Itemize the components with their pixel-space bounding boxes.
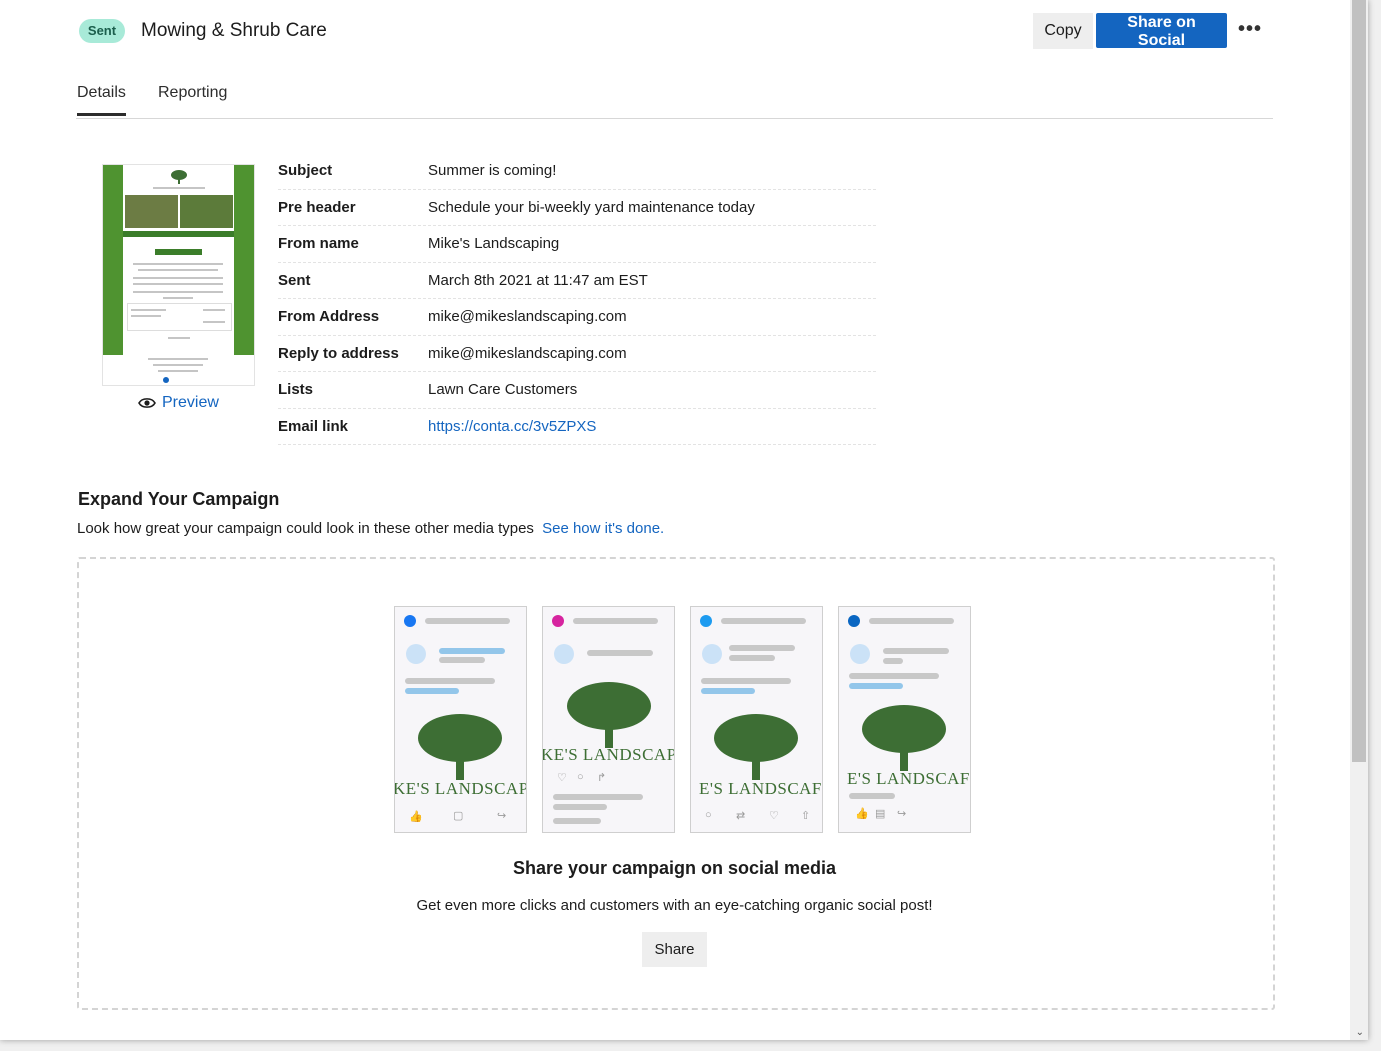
- brand-text: E'S LANDSCAF: [847, 769, 970, 788]
- detail-row-reply-to: Reply to address mike@mikeslandscaping.co…: [278, 336, 876, 372]
- email-link[interactable]: https://conta.cc/3v5ZPXS: [428, 418, 596, 435]
- share-on-social-button[interactable]: Share on Social: [1096, 13, 1227, 49]
- linkedin-icon: [848, 615, 860, 627]
- vertical-scrollbar[interactable]: ⌄: [1350, 0, 1368, 1040]
- tree-logo-icon: [862, 705, 946, 771]
- tree-logo-icon: [567, 682, 651, 748]
- avatar: [554, 644, 574, 664]
- expand-campaign-subtitle: Look how great your campaign could look …: [77, 520, 664, 537]
- linkedin-preview-card: E'S LANDSCAF 👍 ▤ ↪: [838, 606, 971, 833]
- tree-logo-icon: [714, 714, 798, 780]
- detail-value: Lawn Care Customers: [428, 381, 578, 398]
- avatar: [850, 644, 870, 664]
- expand-subtitle-text: Look how great your campaign could look …: [77, 520, 534, 537]
- email-thumbnail[interactable]: [102, 164, 255, 386]
- facebook-preview-card: KE'S LANDSCAPI 👍 ▢ ↪: [394, 606, 527, 833]
- heart-icon: ♡: [557, 772, 567, 784]
- detail-label: Sent: [278, 271, 311, 289]
- like-icon: 👍: [409, 811, 423, 823]
- detail-value: mike@mikeslandscaping.com: [428, 308, 627, 325]
- tree-logo-icon: [171, 170, 187, 184]
- detail-label: Reply to address: [278, 344, 399, 362]
- twitter-preview-card: E'S LANDSCAF ○ ⇄ ♡ ⇧: [690, 606, 823, 833]
- detail-label: From name: [278, 235, 359, 252]
- comment-icon: ▤: [875, 808, 886, 820]
- status-badge: Sent: [79, 19, 125, 43]
- detail-label: Pre header: [278, 198, 356, 216]
- heart-icon: ♡: [769, 810, 779, 822]
- avatar: [406, 644, 426, 664]
- share-button[interactable]: Share: [642, 932, 707, 967]
- tab-bar: Details Reporting: [76, 78, 1273, 119]
- avatar: [702, 644, 722, 664]
- constant-contact-logo: [163, 377, 169, 383]
- campaign-details: Subject Summer is coming! Pre header Sched…: [278, 153, 876, 445]
- retweet-icon: ⇄: [736, 810, 746, 822]
- tab-details[interactable]: Details: [77, 84, 126, 116]
- photo-right: [180, 195, 233, 228]
- email-banner: [123, 231, 234, 237]
- instagram-preview-card: KE'S LANDSCAPI ♡ ○ ↱: [542, 606, 675, 833]
- detail-value: March 8th 2021 at 11:47 am EST: [428, 271, 648, 289]
- more-options-icon[interactable]: •••: [1238, 18, 1262, 41]
- share-icon: ↪: [497, 810, 507, 822]
- detail-label: Subject: [278, 162, 333, 179]
- detail-label: From Address: [278, 308, 380, 325]
- instagram-icon: [552, 615, 564, 627]
- detail-value: Schedule your bi-weekly yard maintenance…: [428, 198, 755, 216]
- preview-label: Preview: [162, 394, 219, 411]
- like-icon: 👍: [855, 808, 869, 820]
- detail-row-from-address: From Address mike@mikeslandscaping.com: [278, 299, 876, 336]
- eye-icon: [138, 398, 156, 408]
- detail-label: Lists: [278, 381, 314, 398]
- copy-button[interactable]: Copy: [1033, 13, 1093, 49]
- twitter-icon: [700, 615, 712, 627]
- detail-row-subject: Subject Summer is coming!: [278, 153, 876, 190]
- photo-left: [125, 195, 178, 228]
- email-cta: [155, 249, 202, 255]
- tab-reporting[interactable]: Reporting: [158, 84, 227, 102]
- page-title: Mowing & Shrub Care: [141, 20, 327, 41]
- tree-logo-icon: [418, 714, 502, 780]
- see-how-link[interactable]: See how it's done.: [542, 520, 664, 537]
- detail-row-lists: Lists Lawn Care Customers: [278, 372, 876, 409]
- share-icon: ⇧: [801, 810, 811, 822]
- detail-value: Mike's Landscaping: [428, 235, 560, 252]
- detail-row-preheader: Pre header Schedule your bi-weekly yard m…: [278, 190, 876, 226]
- brand-text: E'S LANDSCAF: [699, 779, 822, 798]
- detail-value: Summer is coming!: [428, 162, 557, 179]
- expand-campaign-title: Expand Your Campaign: [78, 489, 280, 509]
- detail-label: Email link: [278, 417, 349, 435]
- reply-icon: ○: [705, 809, 712, 821]
- page: Sent Mowing & Shrub Care Copy Share on S…: [0, 0, 1368, 1040]
- detail-row-email-link: Email link https://conta.cc/3v5ZPXS: [278, 409, 876, 445]
- brand-text: KE'S LANDSCAPI: [542, 745, 675, 764]
- share-panel-title: Share your campaign on social media: [512, 858, 837, 878]
- share-icon: ↪: [897, 808, 907, 820]
- facebook-icon: [404, 615, 416, 627]
- brand-text: KE'S LANDSCAPI: [394, 779, 527, 798]
- scroll-down-arrow-icon[interactable]: ⌄: [1356, 1027, 1364, 1038]
- detail-row-sent: Sent March 8th 2021 at 11:47 am EST: [278, 263, 876, 299]
- scrollbar-thumb[interactable]: [1352, 0, 1366, 762]
- comment-icon: ○: [577, 771, 584, 783]
- detail-value: mike@mikeslandscaping.com: [428, 344, 627, 362]
- share-panel-subtitle: Get even more clicks and customers with …: [416, 897, 933, 914]
- preview-link[interactable]: Preview: [138, 394, 219, 412]
- comment-icon: ▢: [453, 810, 464, 822]
- detail-row-from-name: From name Mike's Landscaping: [278, 226, 876, 263]
- share-icon: ↱: [597, 772, 607, 784]
- campaign-header: Sent Mowing & Shrub Care Copy Share on S…: [78, 13, 1273, 50]
